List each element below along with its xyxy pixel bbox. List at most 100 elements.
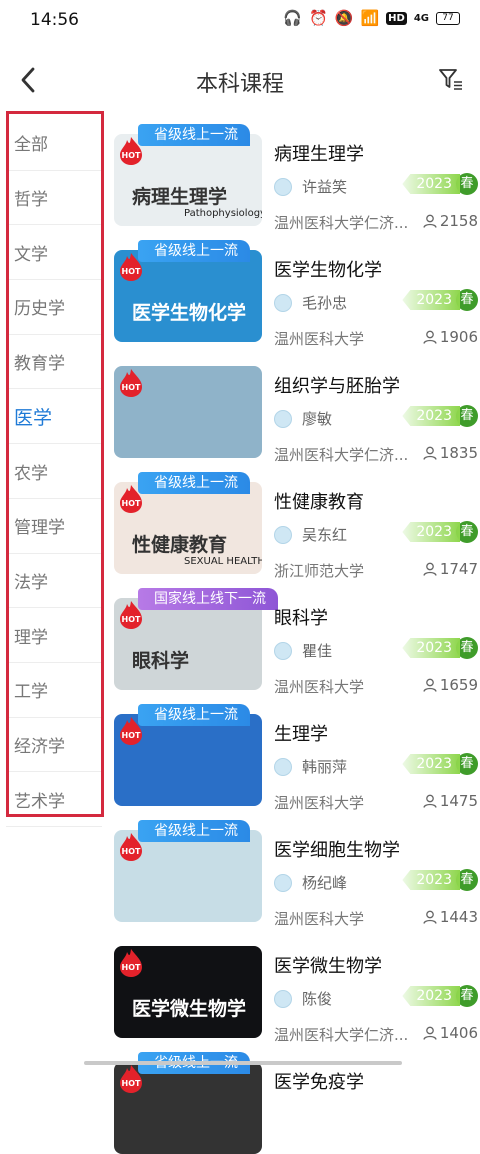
course-card[interactable]: HOT 组织学与胚胎学 廖敏 2023 春温州医科大学仁济... 1835 xyxy=(114,356,478,464)
course-year: 2023 xyxy=(402,290,460,310)
semester-badge: 2023 春 xyxy=(402,752,478,776)
teacher-name: 吴东红 xyxy=(302,526,348,544)
status-bar: 14:56 🎧 ⏰ 🔕 📶 HD 4G 77 xyxy=(0,0,480,42)
course-title[interactable]: 医学微生物学 xyxy=(274,952,382,978)
sidebar-item[interactable]: 教育学 xyxy=(6,335,102,390)
course-title[interactable]: 性健康教育 xyxy=(274,488,364,514)
sidebar-item[interactable]: 法学 xyxy=(6,554,102,609)
teacher-name: 毛孙忠 xyxy=(302,294,348,312)
teacher-name: 瞿佳 xyxy=(302,642,333,660)
sidebar-item[interactable]: 工学 xyxy=(6,663,102,718)
teacher-name: 陈俊 xyxy=(302,990,333,1008)
course-card[interactable]: 眼科学 HOT 国家线上线下一流 眼科学 瞿佳 2023 春温州医科大学 1659 xyxy=(114,588,478,696)
mute-icon: 🔕 xyxy=(334,9,354,27)
sidebar-item[interactable]: 全部 xyxy=(6,116,102,171)
hot-label: HOT xyxy=(122,151,141,160)
enrollment-count: 1659 xyxy=(423,676,478,694)
person-icon xyxy=(423,562,437,576)
status-icons: 🎧 ⏰ 🔕 📶 HD 4G 77 xyxy=(283,9,460,27)
person-icon xyxy=(423,910,437,924)
thumbnail-text: 病理生理学 xyxy=(132,186,228,208)
teacher-avatar xyxy=(274,526,292,544)
sidebar-item[interactable]: 管理学 xyxy=(6,499,102,554)
category-sidebar: 全部 哲学 文学 历史学 教育学 医学 农学 管理学 法学 理学 工学 经济学 艺术学 xyxy=(0,116,106,829)
course-title[interactable]: 医学生物化学 xyxy=(274,256,382,282)
teacher-name: 韩丽萍 xyxy=(302,758,348,776)
hot-label: HOT xyxy=(122,963,141,972)
sidebar-item[interactable]: 艺术学 xyxy=(6,772,102,828)
person-icon xyxy=(423,678,437,692)
thumbnail-text: 医学微生物学 xyxy=(132,998,247,1020)
alarm-icon: ⏰ xyxy=(309,9,328,27)
teacher-avatar xyxy=(274,990,292,1008)
home-indicator xyxy=(84,1061,402,1065)
sidebar-item[interactable]: 理学 xyxy=(6,608,102,663)
thumbnail-text: 性健康教育 xyxy=(132,534,228,556)
semester-badge: 2023 春 xyxy=(402,636,478,660)
sidebar-item[interactable]: 文学 xyxy=(6,225,102,281)
course-card[interactable]: 性健康教育SEXUAL HEALTH EDUCATIONHOT省级线上一流性健康… xyxy=(114,472,478,580)
count-value: 2158 xyxy=(439,212,478,230)
course-card[interactable]: 病理生理学 Pathophysiology HOT 省级线上一流 病理生理学 许益笑 202… xyxy=(114,124,478,232)
hot-label: HOT xyxy=(122,499,141,508)
course-title[interactable]: 医学细胞生物学 xyxy=(274,836,400,862)
course-title[interactable]: 医学免疫学 xyxy=(274,1068,364,1094)
course-year: 2023 xyxy=(402,754,460,774)
teacher-name: 许益笑 xyxy=(302,178,348,196)
school-name: 浙江师范大学 xyxy=(274,562,365,580)
teacher-avatar xyxy=(274,874,292,892)
thumbnail-subtext: SEXUAL HEALTH EDUCATION xyxy=(184,556,262,567)
hot-label: HOT xyxy=(122,383,141,392)
teacher-avatar xyxy=(274,178,292,196)
sidebar-item[interactable]: 经济学 xyxy=(6,718,102,773)
teacher-avatar xyxy=(274,758,292,776)
course-title[interactable]: 眼科学 xyxy=(274,604,328,630)
course-card[interactable]: HOT 省级线上一流 医学细胞生物学 杨纪峰 2023 春温州医科大学 1443 xyxy=(114,820,478,928)
count-value: 1906 xyxy=(439,328,478,346)
course-badge: 省级线上一流 xyxy=(138,240,250,262)
semester-badge: 2023 春 xyxy=(402,520,478,544)
course-year: 2023 xyxy=(402,870,460,890)
hot-label: HOT xyxy=(122,1079,141,1088)
enrollment-count: 1906 xyxy=(423,328,478,346)
teacher-avatar xyxy=(274,294,292,312)
course-card[interactable]: 医学生物化学 HOT 省级线上一流 医学生物化学 毛孙忠 2023 春温州医科大学 1906 xyxy=(114,240,478,348)
hot-label: HOT xyxy=(122,731,141,740)
count-value: 1659 xyxy=(439,676,478,694)
semester-badge: 2023 春 xyxy=(402,984,478,1008)
filter-icon[interactable] xyxy=(438,66,464,92)
teacher-name: 杨纪峰 xyxy=(302,874,348,892)
course-badge: 省级线上一流 xyxy=(138,704,250,726)
enrollment-count: 1406 xyxy=(423,1024,478,1042)
page-title: 本科课程 xyxy=(195,72,284,97)
headphones-icon: 🎧 xyxy=(283,9,303,27)
header: 本科课程 xyxy=(0,42,480,116)
thumbnail-subtext: Pathophysiology xyxy=(184,208,262,219)
sidebar-item[interactable]: 哲学 xyxy=(6,171,102,226)
course-card[interactable]: HOT 省级线上一流生理学韩丽萍 2023 春温州医科大学 1475 xyxy=(114,704,478,812)
course-badge: 省级线上一流 xyxy=(138,124,250,146)
enrollment-count: 1835 xyxy=(423,444,478,462)
teacher-name: 廖敏 xyxy=(302,410,333,428)
status-time: 14:56 xyxy=(30,10,79,30)
enrollment-count: 1475 xyxy=(423,792,478,810)
course-card[interactable]: HOT省级线上一流医学免疫学 xyxy=(114,1052,478,1154)
course-title[interactable]: 组织学与胚胎学 xyxy=(274,372,400,398)
sidebar-item[interactable]: 医学 xyxy=(6,390,102,445)
course-title[interactable]: 生理学 xyxy=(274,720,328,746)
course-card[interactable]: 医学微生物学 HOT 医学微生物学 陈俊 2023 春温州医科大学仁济... 1406 xyxy=(114,936,478,1044)
school-name: 温州医科大学仁济... xyxy=(274,446,409,464)
school-name: 温州医科大学 xyxy=(274,330,365,348)
hot-label: HOT xyxy=(122,847,141,856)
course-title[interactable]: 病理生理学 xyxy=(274,140,364,166)
school-name: 温州医科大学 xyxy=(274,910,365,928)
semester-badge: 2023 春 xyxy=(402,868,478,892)
sidebar-item[interactable]: 历史学 xyxy=(6,280,102,335)
course-year: 2023 xyxy=(402,406,460,426)
hot-label: HOT xyxy=(122,615,141,624)
person-icon xyxy=(423,446,437,460)
teacher-avatar xyxy=(274,410,292,428)
school-name: 温州医科大学 xyxy=(274,794,365,812)
sidebar-item[interactable]: 农学 xyxy=(6,444,102,499)
hot-flame-icon: HOT xyxy=(120,949,142,977)
